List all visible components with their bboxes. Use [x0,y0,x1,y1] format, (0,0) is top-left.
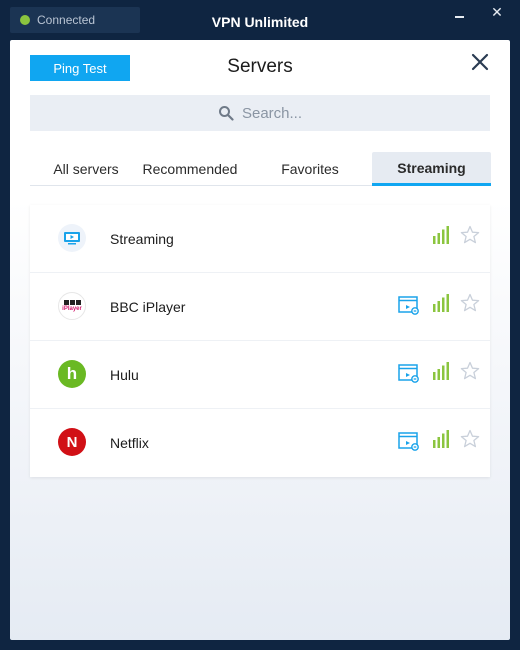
signal-strength-icon [433,362,449,380]
server-name: Netflix [110,435,149,451]
hulu-logo: h [58,360,86,388]
signal-strength-icon [433,430,449,448]
list-item[interactable]: iPlayer BBC iPlayer [30,273,490,341]
signal-strength-icon [433,226,449,244]
server-tabs: All servers Recommended Favorites Stream… [30,152,491,186]
stream-link-icon[interactable] [398,296,420,316]
favorite-star-icon[interactable] [460,429,480,449]
title-bar: Connected VPN Unlimited ✕ [0,0,520,40]
bbc-iplayer-logo: iPlayer [58,292,86,320]
stream-link-icon[interactable] [398,364,420,384]
netflix-logo: N [58,428,86,456]
close-panel-icon[interactable] [468,50,492,74]
server-name: Streaming [110,231,174,247]
search-input[interactable]: Search... [30,95,490,131]
app-title: VPN Unlimited [211,14,309,30]
streaming-icon [58,224,86,252]
search-icon [218,106,234,121]
minimize-icon[interactable] [445,2,475,22]
favorite-star-icon[interactable] [460,225,480,245]
server-list: Streaming iPlayer BBC iPlayer h Hulu N N… [30,205,490,477]
tab-recommended[interactable]: Recommended [142,152,238,186]
page-title: Servers [227,56,293,77]
signal-strength-icon [433,294,449,312]
tab-all-servers[interactable]: All servers [30,152,142,186]
close-window-icon[interactable]: ✕ [482,2,512,22]
tab-streaming[interactable]: Streaming [372,152,491,186]
servers-panel: Ping Test Servers Search... All servers … [10,40,510,640]
list-item[interactable]: Streaming [30,205,490,273]
list-item[interactable]: N Netflix [30,409,490,477]
stream-link-icon[interactable] [398,432,420,452]
search-placeholder: Search... [241,104,303,122]
favorite-star-icon[interactable] [460,361,480,381]
list-item[interactable]: h Hulu [30,341,490,409]
server-name: BBC iPlayer [110,299,186,315]
server-name: Hulu [110,367,139,383]
tab-favorites[interactable]: Favorites [262,152,358,186]
favorite-star-icon[interactable] [460,293,480,313]
